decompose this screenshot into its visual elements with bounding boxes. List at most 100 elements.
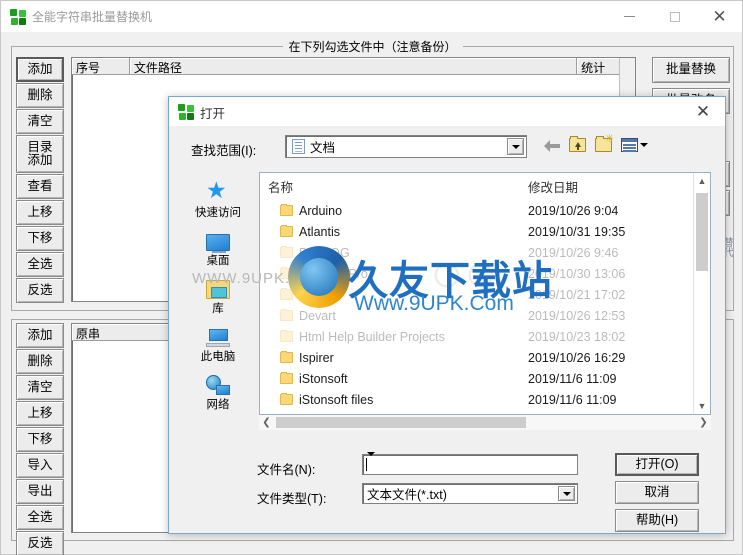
file-list-item-date: 2019/10/31 19:35 bbox=[528, 224, 626, 239]
date-column: 修改日期 2019/10/26 9:04 2019/10/31 19:35 2019… bbox=[520, 173, 710, 414]
date-column-header[interactable]: 修改日期 bbox=[520, 173, 710, 200]
app-puzzle-icon bbox=[10, 9, 26, 25]
place-libraries[interactable]: 库 bbox=[182, 268, 254, 316]
cancel-button[interactable]: 取消 bbox=[615, 481, 699, 504]
file-list-item-date: 2019/10/26 9:04 bbox=[528, 203, 619, 218]
scroll-down-icon[interactable]: ▼ bbox=[694, 398, 710, 414]
views-dropdown-icon[interactable] bbox=[621, 138, 648, 152]
open-button[interactable]: 打开(O) bbox=[615, 453, 699, 476]
dialog-body: 查找范围(I): 文档 ✳ ★ 快速访问 桌面 库 此电脑 网络 名称 Ardu… bbox=[169, 126, 725, 533]
file-list-item-date: 2019/10/26 12:53 bbox=[528, 308, 626, 323]
back-arrow-icon[interactable] bbox=[544, 139, 560, 152]
filename-label: 文件名(N): bbox=[257, 463, 316, 477]
name-column-header[interactable]: 名称 bbox=[260, 173, 520, 200]
filename-combo-arrow[interactable] bbox=[367, 451, 375, 474]
file-list-item-date: 2019/10/30 13:06 bbox=[528, 266, 626, 281]
file-list-vertical-scrollbar[interactable]: ▲ ▼ bbox=[693, 173, 710, 414]
scrollbar-thumb[interactable] bbox=[696, 193, 708, 271]
file-list-item[interactable]: Arduino bbox=[260, 200, 520, 221]
file-list-item[interactable]: iStonsoft bbox=[260, 368, 520, 389]
file-list-item[interactable]: iStonsoft files bbox=[260, 389, 520, 410]
folder-icon bbox=[280, 330, 293, 342]
chevron-down-icon bbox=[562, 491, 571, 496]
string-clear-button[interactable]: 清空 bbox=[16, 375, 64, 400]
file-add-button[interactable]: 添加 bbox=[16, 57, 64, 82]
file-add-directory-label-line2: 添加 bbox=[27, 153, 53, 167]
app-title: 全能字符串批量替换机 bbox=[32, 10, 153, 24]
string-invert-selection-button[interactable]: 反选 bbox=[16, 531, 64, 555]
file-select-all-button[interactable]: 全选 bbox=[16, 252, 64, 277]
file-list-item-name: iStonsoft bbox=[299, 371, 348, 386]
name-rows: Arduino Atlantis DB2LOG ManagerPro Devart Htm… bbox=[260, 200, 520, 410]
place-desktop[interactable]: 桌面 bbox=[182, 220, 254, 268]
file-list-item[interactable]: Ispirer bbox=[260, 347, 520, 368]
close-button[interactable]: ✕ bbox=[697, 1, 742, 32]
new-folder-icon[interactable]: ✳ bbox=[595, 134, 614, 152]
dialog-close-button[interactable]: ✕ bbox=[681, 97, 725, 126]
file-col-index[interactable]: 序号 bbox=[72, 58, 130, 75]
dialog-titlebar: 打开 ✕ bbox=[169, 97, 725, 126]
scroll-right-icon[interactable]: ❯ bbox=[696, 417, 711, 428]
scroll-up-icon[interactable]: ▲ bbox=[694, 173, 710, 189]
place-label: 桌面 bbox=[206, 255, 230, 267]
folder-icon bbox=[280, 393, 293, 405]
place-network[interactable]: 网络 bbox=[182, 364, 254, 412]
place-quick-access[interactable]: ★ 快速访问 bbox=[182, 172, 254, 220]
hscrollbar-thumb[interactable] bbox=[276, 417, 526, 428]
filetype-combo-arrow[interactable] bbox=[558, 486, 575, 501]
library-folder-icon bbox=[206, 273, 230, 299]
file-move-up-button[interactable]: 上移 bbox=[16, 200, 64, 225]
string-move-down-button[interactable]: 下移 bbox=[16, 427, 64, 452]
file-view-button[interactable]: 查看 bbox=[16, 174, 64, 199]
file-list-item[interactable]: Html Help Builder Projects bbox=[260, 326, 520, 347]
file-list-item[interactable]: Atlantis bbox=[260, 221, 520, 242]
file-clear-button[interactable]: 清空 bbox=[16, 109, 64, 134]
date-rows: 2019/10/26 9:04 2019/10/31 19:35 2019/10/2… bbox=[520, 200, 710, 410]
folder-icon bbox=[280, 267, 293, 279]
filetype-combo[interactable]: 文本文件(*.txt) bbox=[362, 483, 578, 504]
file-col-path[interactable]: 文件路径 bbox=[129, 58, 578, 75]
file-groupbox-legend: 在下列勾选文件中（注意备份） bbox=[282, 38, 463, 55]
file-delete-button[interactable]: 删除 bbox=[16, 83, 64, 108]
string-delete-button[interactable]: 删除 bbox=[16, 349, 64, 374]
file-list-item[interactable] bbox=[260, 284, 520, 305]
file-list-item-name: DB2LOG bbox=[299, 245, 350, 260]
string-add-button[interactable]: 添加 bbox=[16, 323, 64, 348]
filename-field[interactable] bbox=[362, 451, 578, 475]
lookin-combo[interactable]: 文档 bbox=[285, 135, 527, 158]
filetype-value: 文本文件(*.txt) bbox=[367, 488, 447, 502]
file-list-item-name: Arduino bbox=[299, 203, 343, 218]
help-button[interactable]: 帮助(H) bbox=[615, 509, 699, 532]
file-move-down-button[interactable]: 下移 bbox=[16, 226, 64, 251]
lookin-combo-arrow[interactable] bbox=[507, 138, 524, 155]
file-list-item[interactable]: ManagerPro bbox=[260, 263, 520, 284]
scroll-left-icon[interactable]: ❮ bbox=[259, 417, 274, 428]
file-list-item-name: Html Help Builder Projects bbox=[299, 329, 445, 344]
place-this-pc[interactable]: 此电脑 bbox=[182, 316, 254, 364]
file-add-directory-button[interactable]: 目录 添加 bbox=[16, 135, 64, 173]
file-list-horizontal-scrollbar[interactable]: ❮ ❯ bbox=[259, 415, 711, 430]
string-move-up-button[interactable]: 上移 bbox=[16, 401, 64, 426]
screen: 全能字符串批量替换机 ✕ 在下列勾选文件中（注意备份） 添加 删除 清空 目录 … bbox=[0, 0, 743, 555]
file-list-header: 序号 文件路径 统计 bbox=[72, 58, 635, 75]
up-folder-icon[interactable] bbox=[569, 136, 586, 152]
string-import-button[interactable]: 导入 bbox=[16, 453, 64, 478]
file-list-item[interactable]: DB2LOG bbox=[260, 242, 520, 263]
file-list-item[interactable]: Devart bbox=[260, 305, 520, 326]
network-icon bbox=[206, 369, 230, 395]
batch-replace-button[interactable]: 批量替换 bbox=[652, 57, 730, 83]
file-list-item-date: 2019/11/6 11:09 bbox=[528, 371, 617, 386]
close-icon: ✕ bbox=[695, 101, 711, 121]
file-list-item-name: Atlantis bbox=[299, 224, 340, 239]
dialog-file-list[interactable]: 名称 Arduino Atlantis DB2LOG ManagerPro Devart… bbox=[259, 172, 711, 415]
folder-icon bbox=[280, 309, 293, 321]
place-label: 快速访问 bbox=[195, 207, 241, 219]
minimize-button[interactable] bbox=[607, 1, 652, 32]
maximize-button[interactable] bbox=[652, 1, 697, 32]
file-invert-selection-button[interactable]: 反选 bbox=[16, 278, 64, 303]
file-list-item-date: 2019/10/21 17:02 bbox=[528, 287, 626, 302]
window-controls: ✕ bbox=[607, 1, 742, 32]
file-list-item-name: ManagerPro bbox=[299, 266, 368, 281]
string-export-button[interactable]: 导出 bbox=[16, 479, 64, 504]
string-select-all-button[interactable]: 全选 bbox=[16, 505, 64, 530]
